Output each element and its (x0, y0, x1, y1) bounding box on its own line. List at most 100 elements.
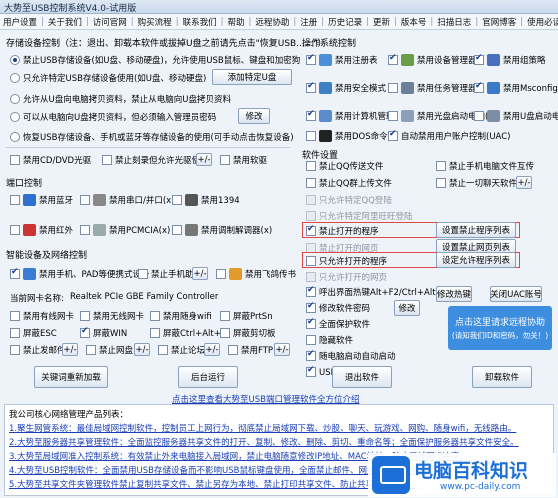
storage-opt-restore[interactable]: 恢复USB存储设备、手机或蓝牙等存储设备的使用(可手动点击恢复设备) (10, 131, 294, 143)
menu-item-blog[interactable]: 官网博客 (479, 16, 519, 28)
menu-bar: 用户设置 | 关于我们 | 访问官网 | 购买流程 | 联系我们 | 帮助 | 远程协助 | … (0, 14, 558, 30)
burn-more-button[interactable]: +/- (196, 153, 212, 166)
block-netdisk[interactable]: 禁止网盘 (86, 344, 133, 356)
disable-gpedit[interactable]: 禁用组策略 (474, 53, 546, 66)
product-line-1[interactable]: 1.聚生网管系统：最佳局域网控制软件，控制员工上网行为，彻底禁止局域网下载、炒股… (9, 422, 516, 434)
modify-password-button[interactable]: 修改 (394, 300, 420, 316)
menu-item-version[interactable]: 版本号 (398, 16, 430, 28)
exit-software-button[interactable]: 退出软件 (332, 366, 392, 388)
radio[interactable] (10, 73, 20, 83)
email-more-button[interactable]: +/- (62, 343, 78, 356)
disable-pcmcia[interactable]: 禁用PCMCIA(x) (80, 224, 170, 236)
remote-assist-button[interactable]: 点击这里请求远程协助 (请知我们ID和密码，勿关！) (448, 306, 552, 350)
block-esc[interactable]: 屏蔽ESC (10, 327, 57, 339)
menu-item-scan-log[interactable]: 扫描日志 (434, 16, 474, 28)
storage-opt-copy-in-only[interactable]: 允许从U盘向电脑拷贝资料，禁止从电脑向U盘拷贝资料 (10, 93, 231, 105)
radio-selected[interactable] (10, 55, 20, 65)
auto-disable-uac[interactable]: 自动禁用用户账户控制(UAC) (388, 129, 510, 142)
disable-infrared[interactable]: 禁用红外 (10, 224, 73, 236)
disable-device-manager[interactable]: 禁用设备管理器 (388, 53, 477, 66)
add-specific-udisk-button[interactable]: 添加特定U盘 (212, 69, 292, 85)
set-allow-program-list-button[interactable]: 设定允许程序列表 (436, 252, 516, 268)
usb-boot-icon (487, 110, 500, 122)
block-qq-file[interactable]: 禁止QQ传送文件 (306, 160, 383, 172)
disable-phone-pad[interactable]: 禁用手机、PAD等便携式设备 (10, 267, 149, 280)
set-block-program-list-button[interactable]: 设置禁止程序列表 (436, 222, 516, 238)
ftp-more-button[interactable]: +/- (274, 343, 290, 356)
block-phone-pc-transfer[interactable]: 禁止手机电脑文件互传 (436, 160, 534, 172)
products-title: 我公司核心网络管理产品列表： (9, 410, 129, 420)
block-printscreen[interactable]: 屏蔽PrtSn (220, 310, 273, 322)
block-win[interactable]: 屏蔽WIN (80, 326, 127, 339)
block-burn[interactable]: 禁止刻录但允许光驱使用 (102, 154, 209, 166)
modify-hotkey-button[interactable]: 修改热键 (436, 286, 472, 302)
safe-mode-icon (319, 82, 332, 94)
disable-ftp[interactable]: 禁用FTP (228, 344, 273, 356)
infrared-icon (23, 224, 36, 236)
disable-usb-boot[interactable]: 禁用U盘启动电脑(x) (474, 110, 558, 122)
disable-feige[interactable]: 禁用飞鸽传书 (216, 268, 296, 280)
disable-wired-nic[interactable]: 禁用有线网卡 (10, 310, 74, 322)
modify-software-password[interactable]: 修改软件密码 (306, 301, 370, 314)
uninstall-software-button[interactable]: 卸载软件 (472, 366, 532, 388)
disable-serial[interactable]: 禁用串口/并口(x) (80, 194, 175, 206)
menu-item-help[interactable]: 帮助 (224, 16, 247, 28)
disable-cd-dvd[interactable]: 禁用CD/DVD光驱 (10, 154, 91, 166)
menu-item-remote[interactable]: 远程协助 (252, 16, 292, 28)
block-all-chat[interactable]: 禁止一切聊天软件 (436, 177, 517, 189)
only-specific-wangwang[interactable]: 只允许特定阿里旺旺登陆 (306, 210, 413, 222)
block-program[interactable]: 禁止打开的程序 (306, 224, 379, 237)
menu-item-purchase[interactable]: 购买流程 (135, 16, 175, 28)
reload-keywords-button[interactable]: 关键词重新加载 (34, 366, 108, 388)
product-line-2[interactable]: 2.大势至服务器共享管理软件：全面监控服务器共享文件的打开、复制、修改、删除、剪… (9, 436, 519, 448)
modem-icon (185, 224, 198, 236)
only-allow-program[interactable]: 只允许打开的程序 (306, 255, 387, 267)
chat-more-button[interactable]: +/- (516, 176, 532, 189)
disable-modem[interactable]: 禁用调制解调器(x) (172, 224, 272, 236)
menu-item-register[interactable]: 注册 (297, 16, 320, 28)
hotkey-setting[interactable]: 呼出界面热键Alt+F2/Ctrl+Alt+2 (306, 285, 448, 298)
menu-item-readme[interactable]: 使用必读 (524, 16, 558, 28)
storage-opt-copy-with-password[interactable]: 可以从电脑向U盘拷贝资料，但必须输入管理员密码 (10, 111, 216, 123)
block-qq-group-upload[interactable]: 禁止QQ群上传文件 (306, 177, 392, 189)
only-allow-webpage[interactable]: 只允许打开的网页 (306, 271, 387, 283)
window-title: 大势至USB控制系统V4.0-试用版 (4, 4, 137, 14)
disable-computer-management[interactable]: 禁用计算机管理 (306, 109, 395, 122)
disable-portable-wifi[interactable]: 禁用随身wifi (150, 310, 212, 322)
edit-password-button[interactable]: 修改 (238, 108, 270, 124)
block-forum[interactable]: 禁止论坛 (158, 344, 205, 356)
full-protect[interactable]: 全面保护软件 (306, 317, 370, 330)
menu-item-about[interactable]: 关于我们 (45, 16, 85, 28)
block-clipboard[interactable]: 屏蔽剪切板 (220, 327, 276, 339)
disable-msconfig[interactable]: 禁用Msconfig (474, 81, 558, 94)
run-background-button[interactable]: 后台运行 (178, 366, 238, 388)
menu-item-history[interactable]: 历史记录 (325, 16, 365, 28)
disable-regedit[interactable]: 禁用注册表 (306, 53, 378, 66)
auto-start[interactable]: 随电脑启动自动启动 (306, 349, 396, 362)
menu-item-update[interactable]: 更新 (370, 16, 393, 28)
storage-opt-block-usb[interactable]: 禁止USB存储设备(如U盘、移动硬盘)，允许使用USB鼠标、键盘和加密狗 (10, 54, 300, 66)
disable-dos[interactable]: 禁用DOS命令 (306, 130, 388, 142)
radio[interactable] (10, 94, 20, 104)
disable-bluetooth[interactable]: 禁用蓝牙 (10, 194, 73, 206)
radio[interactable] (10, 132, 20, 142)
only-specific-qq[interactable]: 只允许特定QQ登陆 (306, 194, 392, 206)
disable-safe-mode[interactable]: 禁用安全模式 (306, 81, 386, 94)
disable-task-manager[interactable]: 禁用任务管理器 (388, 82, 477, 94)
phone-assistant-more-button[interactable]: +/- (192, 267, 208, 280)
menu-item-user-settings[interactable]: 用户设置 (0, 16, 40, 28)
disable-wireless-nic[interactable]: 禁用无线网卡 (80, 310, 144, 322)
block-ctrl-alt-a[interactable]: 屏蔽Ctrl+Alt+A (150, 327, 227, 339)
block-email[interactable]: 禁止发邮件 (10, 344, 66, 356)
hide-software[interactable]: 隐藏软件 (306, 334, 353, 346)
product-line-5[interactable]: 5.大势至共享文件夹管理软件禁止复制共享文件、禁止另存为本地、禁止打印共享文件、… (9, 478, 417, 490)
menu-item-website[interactable]: 访问官网 (90, 16, 130, 28)
forum-more-button[interactable]: +/- (204, 343, 220, 356)
radio[interactable] (10, 112, 20, 122)
close-uac-account-button[interactable]: 关闭UAC账号 (490, 286, 542, 302)
disable-floppy[interactable]: 禁用软驱 (220, 154, 267, 166)
menu-item-contact[interactable]: 联系我们 (180, 16, 220, 28)
storage-opt-allow-specific[interactable]: 只允许特定USB存储设备使用(如U盘、移动硬盘) (10, 72, 206, 84)
netdisk-more-button[interactable]: +/- (134, 343, 150, 356)
disable-1394[interactable]: 禁用1394 (172, 194, 240, 206)
